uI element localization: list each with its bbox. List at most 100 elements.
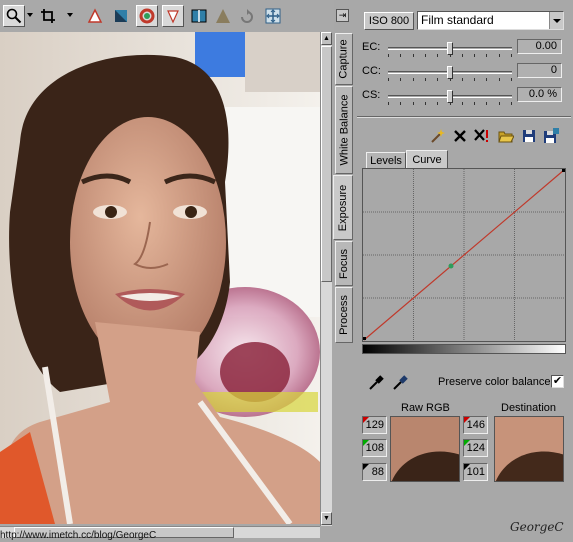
highlight-warning-button[interactable] (84, 5, 106, 27)
tab-process[interactable]: Process (335, 287, 353, 343)
save-preset-button[interactable] (520, 127, 538, 145)
crop-icon (41, 9, 55, 23)
raw-rgb-label: Raw RGB (401, 402, 450, 414)
zoom-dropdown-arrow[interactable] (27, 13, 33, 17)
vertical-scroll-thumb[interactable] (321, 46, 332, 282)
cc-slider[interactable] (388, 66, 512, 81)
tab-exposure[interactable]: Exposure (333, 175, 353, 240)
film-mode-select[interactable]: Film standard (417, 11, 564, 30)
floppy-disk-plus-icon (544, 128, 559, 143)
close-icon (454, 130, 466, 142)
ec-slider[interactable] (388, 42, 512, 57)
rotate-icon (241, 9, 253, 23)
tab-focus[interactable]: Focus (335, 241, 353, 286)
slider-tick (413, 78, 414, 81)
slider-tick (486, 102, 487, 105)
shadow-warning-icon (115, 10, 127, 22)
color-picker-button[interactable] (136, 5, 158, 27)
tone-gradient-bar (362, 344, 566, 354)
chevron-down-icon[interactable] (549, 12, 563, 29)
fit-screen-button[interactable] (262, 5, 284, 27)
ec-value[interactable]: 0.00 (517, 39, 562, 54)
portrait-photo (0, 32, 320, 524)
slider-tick (511, 102, 512, 105)
split-view-icon (191, 9, 207, 23)
tab-capture[interactable]: Capture (335, 33, 353, 85)
scroll-up-button[interactable]: ▲ (321, 32, 332, 45)
slider-tick (425, 54, 426, 57)
slider-tick (388, 102, 389, 105)
magnifier-icon (6, 8, 22, 24)
photo-vertical-scrollbar[interactable]: ▲ ▼ (320, 32, 332, 526)
slider-tick (474, 78, 475, 81)
slider-tick (413, 102, 414, 105)
status-url-text: http://www.imetch.cc/blog/GeorgeC (0, 530, 157, 541)
slider-tick (486, 78, 487, 81)
tab-curve[interactable]: Curve (406, 150, 448, 168)
slider-tick (450, 78, 451, 81)
cs-value[interactable]: 0.0 % (517, 87, 562, 102)
slider-tick (499, 54, 500, 57)
dest-blue-value: 101 (463, 463, 488, 481)
split-view-button[interactable] (188, 5, 210, 27)
curve-white-point[interactable] (562, 169, 565, 172)
slider-tick (474, 54, 475, 57)
raw-red-value: 129 (362, 416, 387, 434)
fit-screen-icon (265, 8, 281, 24)
slider-tick (388, 78, 389, 81)
slider-tick (437, 54, 438, 57)
sample-thumbnail-image (495, 417, 563, 481)
folder-open-icon (498, 131, 514, 143)
cc-label: CC: (362, 65, 381, 77)
curve-black-point[interactable] (363, 337, 366, 340)
dest-green-value: 124 (463, 439, 488, 457)
slider-tick (400, 78, 401, 81)
slider-tick (499, 78, 500, 81)
sample-thumbnail-image (391, 417, 459, 481)
crop-tool-button[interactable] (37, 5, 59, 27)
white-balance-picker-button[interactable] (162, 5, 184, 27)
rotate-button[interactable] (236, 5, 258, 27)
eyedropper-wb-icon (167, 10, 179, 24)
tab-levels[interactable]: Levels (366, 152, 406, 168)
slider-tick (400, 54, 401, 57)
slider-tick (486, 54, 487, 57)
reset-curve-button[interactable] (451, 127, 469, 145)
black-point-eyedropper[interactable] (368, 375, 384, 391)
slider-tick (462, 102, 463, 105)
collapse-panel-button[interactable]: ⇥ (336, 9, 349, 22)
photo-preview[interactable] (0, 32, 320, 524)
slider-tick (450, 102, 451, 105)
cc-value[interactable]: 0 (517, 63, 562, 78)
destination-label: Destination (501, 402, 557, 414)
slider-tick (425, 78, 426, 81)
slider-tick (462, 54, 463, 57)
curve-graph (363, 169, 565, 341)
floppy-disk-icon (523, 130, 535, 142)
scroll-down-button[interactable]: ▼ (321, 512, 332, 525)
zoom-tool-button[interactable] (3, 5, 25, 27)
shadow-warning-button[interactable] (110, 5, 132, 27)
dest-red-value: 146 (463, 416, 488, 434)
triangle-icon (216, 9, 230, 23)
reset-all-button[interactable] (473, 127, 491, 145)
preserve-color-balance-checkbox[interactable]: ✔ (551, 375, 564, 388)
cs-slider[interactable] (388, 90, 512, 105)
auto-adjust-button[interactable] (428, 127, 446, 145)
tab-white-balance[interactable]: White Balance (335, 86, 353, 174)
eyedropper-icon (369, 375, 384, 390)
photographer-signature: GeorgeC (510, 520, 564, 534)
curve-editor[interactable] (362, 168, 566, 342)
slider-tick (437, 78, 438, 81)
ec-label: EC: (362, 41, 381, 53)
save-as-preset-button[interactable] (542, 127, 560, 145)
iso-button[interactable]: ISO 800 (364, 12, 414, 30)
crop-dropdown-arrow[interactable] (67, 13, 73, 17)
preserve-color-balance-label: Preserve color balance (438, 376, 551, 388)
curve-control-point[interactable] (448, 263, 454, 269)
straighten-button[interactable] (212, 5, 234, 27)
open-preset-button[interactable] (497, 127, 515, 145)
slider-tick (499, 102, 500, 105)
white-point-eyedropper[interactable] (392, 375, 408, 391)
cs-label: CS: (362, 89, 381, 101)
